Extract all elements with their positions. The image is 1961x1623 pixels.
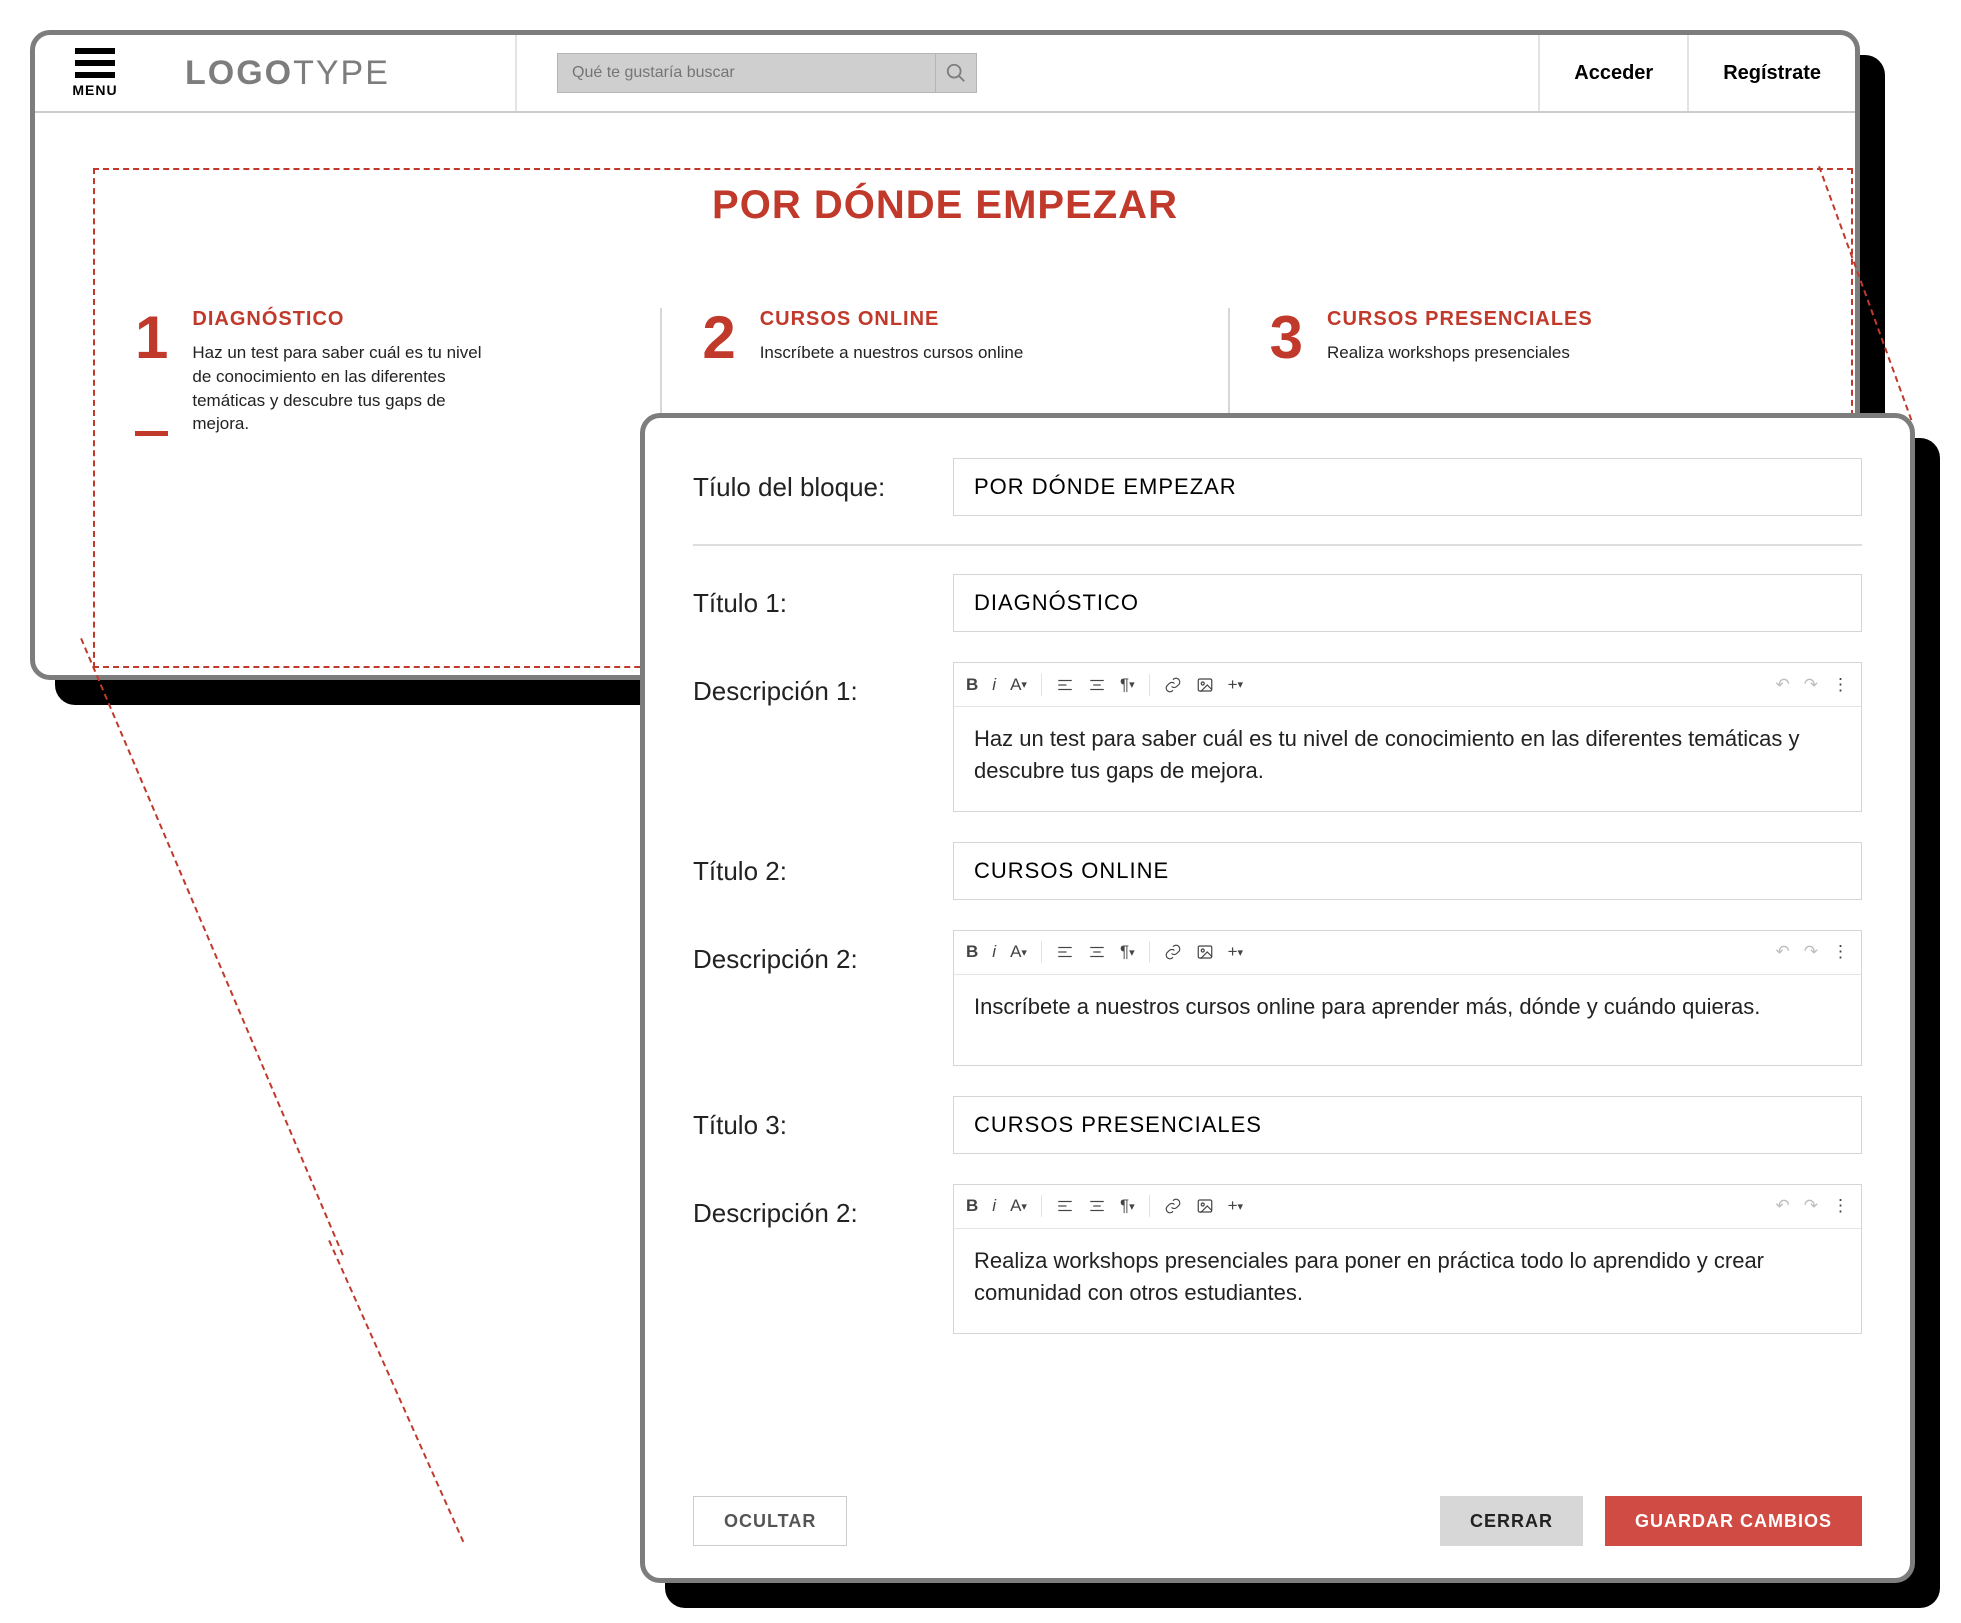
- redo-icon[interactable]: ↷: [1804, 942, 1818, 962]
- label-desc-1: Descripción 1:: [693, 662, 953, 707]
- label-title-1: Título 1:: [693, 574, 953, 619]
- label-desc-2: Descripción 2:: [693, 930, 953, 975]
- menu-button[interactable]: MENU: [35, 35, 155, 111]
- search-input[interactable]: [557, 53, 935, 93]
- input-block-title[interactable]: [953, 458, 1862, 516]
- input-title-2[interactable]: [953, 842, 1862, 900]
- align-left-icon[interactable]: [1056, 1197, 1074, 1215]
- redo-icon[interactable]: ↷: [1804, 675, 1818, 695]
- step-desc: Realiza workshops presenciales: [1327, 341, 1593, 365]
- rte-body-2[interactable]: Inscríbete a nuestros cursos online para…: [954, 975, 1861, 1065]
- input-title-1[interactable]: [953, 574, 1862, 632]
- step-number: 1: [135, 308, 168, 436]
- rte-body-3[interactable]: Realiza workshops presenciales para pone…: [954, 1229, 1861, 1333]
- rte-1: B i A▾ ¶▾ +▾: [953, 662, 1862, 812]
- label-block-title: Tíulo del bloque:: [693, 458, 953, 503]
- connector-line: [80, 638, 344, 1256]
- insert-icon[interactable]: +▾: [1228, 942, 1243, 962]
- paragraph-icon[interactable]: ¶▾: [1120, 942, 1135, 962]
- font-size-icon[interactable]: A▾: [1010, 1196, 1027, 1216]
- logo-bold: LOGO: [185, 54, 293, 93]
- italic-icon[interactable]: i: [992, 1196, 996, 1216]
- logo-light: TYPE: [293, 54, 390, 93]
- input-title-3[interactable]: [953, 1096, 1862, 1154]
- step-desc: Haz un test para saber cuál es tu nivel …: [192, 341, 492, 436]
- auth-links: Acceder Regístrate: [1538, 35, 1855, 111]
- italic-icon[interactable]: i: [992, 675, 996, 695]
- step-1[interactable]: 1 DIAGNÓSTICO Haz un test para saber cuá…: [95, 308, 660, 436]
- rte-toolbar: B i A▾ ¶▾ +▾: [954, 663, 1861, 707]
- insert-icon[interactable]: +▾: [1228, 675, 1243, 695]
- rte-body-1[interactable]: Haz un test para saber cuál es tu nivel …: [954, 707, 1861, 811]
- paragraph-icon[interactable]: ¶▾: [1120, 675, 1135, 695]
- align-center-icon[interactable]: [1088, 943, 1106, 961]
- link-icon[interactable]: [1164, 943, 1182, 961]
- align-center-icon[interactable]: [1088, 676, 1106, 694]
- undo-icon[interactable]: ↶: [1776, 675, 1790, 695]
- link-icon[interactable]: [1164, 676, 1182, 694]
- image-icon[interactable]: [1196, 943, 1214, 961]
- undo-icon[interactable]: ↶: [1776, 942, 1790, 962]
- align-left-icon[interactable]: [1056, 943, 1074, 961]
- link-icon[interactable]: [1164, 1197, 1182, 1215]
- editor-footer: OCULTAR CERRAR GUARDAR CAMBIOS: [693, 1496, 1862, 1546]
- block-editor-panel: Tíulo del bloque: Título 1: Descripción …: [640, 413, 1915, 1583]
- more-icon[interactable]: ⋮: [1832, 942, 1849, 962]
- paragraph-icon[interactable]: ¶▾: [1120, 1196, 1135, 1216]
- menu-label: MENU: [72, 82, 117, 98]
- close-button[interactable]: CERRAR: [1440, 1496, 1583, 1546]
- logo: LOGOTYPE: [155, 35, 515, 111]
- site-header: MENU LOGOTYPE Acceder Regístrate: [35, 35, 1855, 113]
- step-title: DIAGNÓSTICO: [192, 308, 492, 331]
- label-title-3: Título 3:: [693, 1096, 953, 1141]
- label-title-2: Título 2:: [693, 842, 953, 887]
- search-button[interactable]: [935, 53, 977, 93]
- step-title: CURSOS ONLINE: [760, 308, 1024, 331]
- font-size-icon[interactable]: A▾: [1010, 675, 1027, 695]
- more-icon[interactable]: ⋮: [1832, 675, 1849, 695]
- step-title: CURSOS PRESENCIALES: [1327, 308, 1593, 331]
- align-center-icon[interactable]: [1088, 1197, 1106, 1215]
- rte-toolbar: B i A▾ ¶▾ +▾: [954, 1185, 1861, 1229]
- signup-link[interactable]: Regístrate: [1687, 35, 1855, 111]
- font-size-icon[interactable]: A▾: [1010, 942, 1027, 962]
- hide-button[interactable]: OCULTAR: [693, 1496, 847, 1546]
- bold-icon[interactable]: B: [966, 1196, 978, 1216]
- italic-icon[interactable]: i: [992, 942, 996, 962]
- redo-icon[interactable]: ↷: [1804, 1196, 1818, 1216]
- rte-toolbar: B i A▾ ¶▾ +▾: [954, 931, 1861, 975]
- label-desc-3: Descripción 2:: [693, 1184, 953, 1229]
- undo-icon[interactable]: ↶: [1776, 1196, 1790, 1216]
- insert-icon[interactable]: +▾: [1228, 1196, 1243, 1216]
- step-desc: Inscríbete a nuestros cursos online: [760, 341, 1024, 365]
- rte-3: B i A▾ ¶▾ +▾: [953, 1184, 1862, 1334]
- image-icon[interactable]: [1196, 1197, 1214, 1215]
- search-area: [515, 35, 1538, 111]
- section-title: POR DÓNDE EMPEZAR: [95, 183, 1795, 228]
- align-left-icon[interactable]: [1056, 676, 1074, 694]
- hamburger-icon: [75, 48, 115, 78]
- login-link[interactable]: Acceder: [1538, 35, 1687, 111]
- image-icon[interactable]: [1196, 676, 1214, 694]
- more-icon[interactable]: ⋮: [1832, 1196, 1849, 1216]
- rte-2: B i A▾ ¶▾ +▾: [953, 930, 1862, 1066]
- save-button[interactable]: GUARDAR CAMBIOS: [1605, 1496, 1862, 1546]
- bold-icon[interactable]: B: [966, 675, 978, 695]
- bold-icon[interactable]: B: [966, 942, 978, 962]
- connector-line: [328, 1240, 464, 1542]
- search-icon: [945, 62, 967, 84]
